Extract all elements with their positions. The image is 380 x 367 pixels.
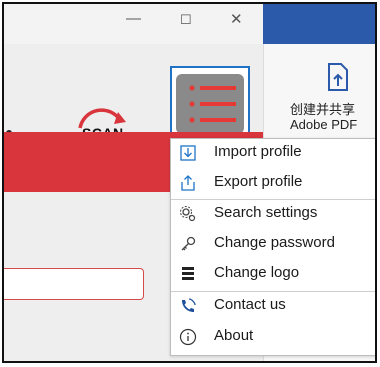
menu-item-label: About bbox=[214, 327, 254, 344]
create-share-pdf-label[interactable]: 创建并共享 Adobe PDF bbox=[290, 102, 375, 132]
create-share-pdf-icon[interactable] bbox=[324, 62, 352, 94]
title-bar: — ☐ ✕ bbox=[4, 4, 263, 44]
text-input-field[interactable] bbox=[4, 268, 144, 300]
menu-item-change-logo[interactable]: Change logo bbox=[171, 260, 375, 290]
settings-dropdown-menu: Import profile Export profile Search set… bbox=[170, 138, 375, 356]
menu-item-export-profile[interactable]: Export profile bbox=[171, 169, 375, 199]
menu-item-label: Import profile bbox=[214, 143, 302, 160]
info-icon bbox=[179, 328, 197, 346]
search-settings-icon bbox=[180, 206, 196, 222]
menu-item-about[interactable]: About bbox=[171, 323, 375, 353]
phone-icon bbox=[182, 298, 196, 312]
menu-item-label: Change password bbox=[214, 234, 335, 251]
ribbon-header-strip bbox=[263, 4, 375, 44]
key-icon bbox=[181, 236, 196, 251]
export-icon bbox=[181, 175, 195, 191]
menu-item-search-settings[interactable]: Search settings bbox=[171, 200, 375, 230]
logo-stack-icon bbox=[182, 267, 194, 280]
menu-item-import-profile[interactable]: Import profile bbox=[171, 139, 375, 169]
hamburger-menu-button[interactable] bbox=[170, 66, 250, 142]
import-icon bbox=[180, 145, 196, 161]
hamburger-icon bbox=[176, 74, 244, 134]
menu-item-label: Export profile bbox=[214, 173, 303, 190]
close-icon[interactable]: ✕ bbox=[230, 10, 243, 28]
maximize-icon[interactable]: ☐ bbox=[180, 12, 192, 28]
menu-item-change-password[interactable]: Change password bbox=[171, 230, 375, 260]
menu-item-label: Contact us bbox=[214, 296, 286, 313]
menu-item-contact-us[interactable]: Contact us bbox=[171, 292, 375, 322]
app-window: — ☐ ✕ SCAN bbox=[2, 2, 377, 363]
menu-item-label: Search settings bbox=[214, 204, 318, 221]
minimize-icon[interactable]: — bbox=[126, 10, 141, 27]
menu-item-label: Change logo bbox=[214, 264, 300, 281]
